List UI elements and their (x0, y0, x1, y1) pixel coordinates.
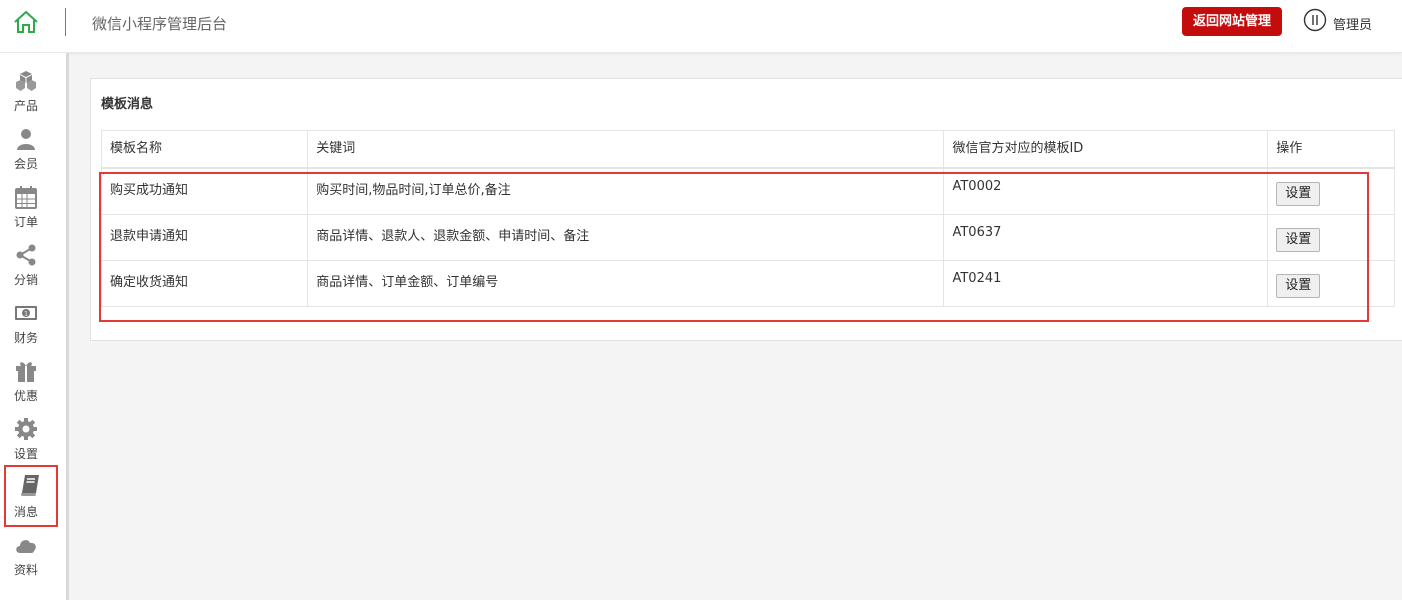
top-header: 微信小程序管理后台 返回网站管理 管理员 (0, 0, 1402, 53)
sidebar-label: 产品 (13, 99, 38, 113)
app-title: 微信小程序管理后台 (92, 15, 228, 33)
sidebar-item-members[interactable]: 会员 (0, 125, 52, 181)
sidebar-label: 财务 (13, 331, 38, 345)
sidebar-label: 分销 (13, 273, 38, 287)
sidebar: 产品 会员 订单 分销 1 财务 优惠 设置 消息 资料 (0, 53, 69, 600)
sidebar-item-products[interactable]: 产品 (0, 67, 52, 123)
sidebar-item-finance[interactable]: 1 财务 (0, 299, 52, 355)
cell-template-name: 退款申请通知 (100, 213, 309, 261)
template-message-panel: 模板消息 模板名称 关键词 微信官方对应的模板ID 操作 购买成功通知 购买时间… (90, 78, 1402, 341)
share-icon (16, 244, 36, 266)
settings-button[interactable]: 设置 (1276, 227, 1321, 252)
user-icon (17, 129, 35, 150)
sidebar-item-orders[interactable]: 订单 (0, 183, 52, 239)
cell-keywords: 购买时间,物品时间,订单总价,备注 (307, 167, 945, 215)
table-row: 退款申请通知 商品详情、退款人、退款金额、申请时间、备注 AT0637 设置 (100, 213, 1395, 261)
template-table: 模板名称 关键词 微信官方对应的模板ID 操作 购买成功通知 购买时间,物品时间… (100, 130, 1395, 307)
cloud-icon (16, 540, 36, 553)
sidebar-label: 资料 (13, 563, 38, 577)
svg-text:1: 1 (24, 310, 28, 317)
sidebar-item-promotions[interactable]: 优惠 (0, 357, 52, 413)
header-divider (65, 8, 66, 36)
cell-template-id: AT0002 (943, 167, 1269, 215)
power-icon[interactable] (1303, 8, 1327, 32)
money-icon: 1 (15, 306, 37, 320)
sidebar-item-settings[interactable]: 设置 (0, 415, 52, 471)
sidebar-item-profile[interactable]: 资料 (0, 531, 52, 587)
sidebar-label: 优惠 (13, 389, 38, 403)
cell-template-id: AT0241 (943, 259, 1269, 307)
gift-icon (16, 362, 36, 382)
sidebar-item-messages[interactable]: 消息 (4, 465, 58, 527)
table-header-row: 模板名称 关键词 微信官方对应的模板ID 操作 (100, 130, 1395, 169)
sidebar-label: 设置 (13, 447, 38, 461)
cell-keywords: 商品详情、订单金额、订单编号 (307, 259, 945, 307)
book-icon (20, 475, 39, 496)
cell-keywords: 商品详情、退款人、退款金额、申请时间、备注 (307, 213, 945, 261)
cell-template-name: 确定收货通知 (100, 259, 309, 307)
column-header-action: 操作 (1267, 130, 1395, 169)
gear-icon (15, 418, 37, 440)
cell-template-name: 购买成功通知 (100, 167, 309, 215)
back-to-site-button[interactable]: 返回网站管理 (1182, 7, 1282, 36)
column-header-keywords: 关键词 (307, 130, 945, 169)
home-icon[interactable] (12, 8, 40, 36)
calendar-icon (15, 186, 37, 209)
cell-action: 设置 (1267, 213, 1395, 261)
table-row: 购买成功通知 购买时间,物品时间,订单总价,备注 AT0002 设置 (100, 167, 1395, 215)
sidebar-label: 订单 (13, 215, 38, 229)
settings-button[interactable]: 设置 (1276, 182, 1321, 206)
cubes-icon (16, 71, 36, 91)
settings-button[interactable]: 设置 (1276, 273, 1321, 298)
sidebar-label: 消息 (13, 505, 38, 519)
user-label: 管理员 (1333, 18, 1373, 33)
cell-action: 设置 (1267, 167, 1395, 215)
cell-template-id: AT0637 (943, 213, 1269, 261)
column-header-template-id: 微信官方对应的模板ID (943, 130, 1269, 169)
sidebar-label: 会员 (13, 157, 38, 171)
panel-title: 模板消息 (101, 97, 154, 112)
sidebar-item-distribution[interactable]: 分销 (0, 241, 52, 297)
cell-action: 设置 (1267, 259, 1395, 307)
table-row: 确定收货通知 商品详情、订单金额、订单编号 AT0241 设置 (100, 259, 1395, 307)
column-header-name: 模板名称 (100, 130, 309, 169)
